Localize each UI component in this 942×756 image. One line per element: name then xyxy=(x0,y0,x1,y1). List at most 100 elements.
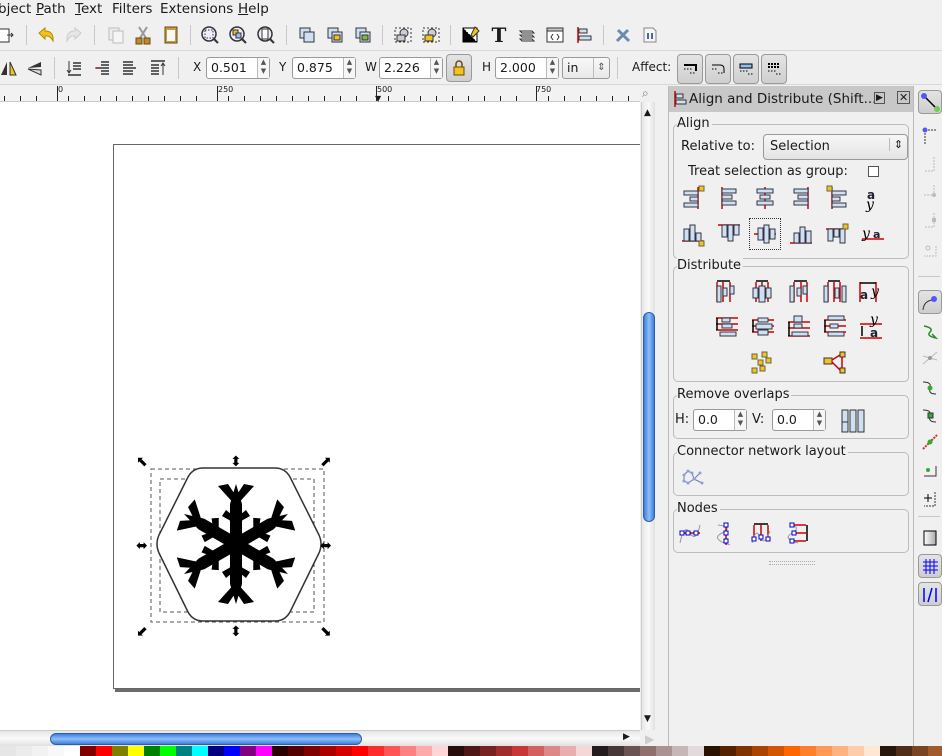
unclump-button[interactable] xyxy=(820,348,850,378)
affect-patterns-button[interactable] xyxy=(761,54,787,84)
align-bottom-edges-button[interactable] xyxy=(786,219,816,249)
unit-select[interactable]: in ⇕ xyxy=(562,57,610,79)
align-top-edges-button[interactable] xyxy=(714,219,744,249)
menu-text[interactable]: Text xyxy=(75,1,102,17)
align-baseline-text-button[interactable]: ay xyxy=(858,183,888,213)
palette-swatch[interactable] xyxy=(688,746,704,756)
x-spin-arrows[interactable]: ▲ ▼ xyxy=(257,58,269,78)
h-spin-arrows[interactable]: ▲ ▼ xyxy=(546,58,558,78)
palette-swatch[interactable] xyxy=(160,746,176,756)
palette-swatch[interactable] xyxy=(48,746,64,756)
affect-rounded-corners-button[interactable] xyxy=(705,54,731,84)
palette-swatch[interactable] xyxy=(832,746,848,756)
iconify-button[interactable]: ▶ xyxy=(874,92,885,104)
palette-swatch[interactable] xyxy=(304,746,320,756)
palette-swatch[interactable] xyxy=(448,746,464,756)
palette-swatch[interactable] xyxy=(0,746,16,756)
lower-icon-2[interactable] xyxy=(90,56,114,80)
snap-guides-button[interactable] xyxy=(918,582,942,606)
scale-handle-s-icon[interactable]: ⬍ xyxy=(230,624,242,640)
w-spin-arrows[interactable]: ▲ ▼ xyxy=(430,58,442,78)
selected-object[interactable]: ⬉ ⬍ ⬈ ⬌ ⬌ ⬋ ⬍ ⬊ xyxy=(130,450,340,640)
remove-overlaps-button[interactable] xyxy=(840,408,866,434)
layers-icon[interactable] xyxy=(515,23,539,47)
scroll-down-icon[interactable]: ▼ xyxy=(644,714,651,724)
distribute-baselines-h-button[interactable]: ay xyxy=(856,276,886,306)
lower-icon[interactable] xyxy=(419,23,443,47)
distribute-bottom-edges-button[interactable] xyxy=(784,312,814,342)
snap-midpoints-button[interactable] xyxy=(918,430,942,454)
palette-swatch[interactable] xyxy=(544,746,560,756)
center-horizontal-axis-button[interactable] xyxy=(749,218,781,250)
scale-handle-ne-icon[interactable]: ⬈ xyxy=(320,454,332,470)
palette-swatch[interactable] xyxy=(96,746,112,756)
zoom-corner-icon[interactable]: ⌕ xyxy=(642,86,649,101)
arrange-connector-network-button[interactable] xyxy=(680,467,706,487)
align-nodes-horizontal-button[interactable] xyxy=(676,519,706,549)
distribute-nodes-vertical-button[interactable] xyxy=(784,519,814,549)
align-bottom-to-anchor-top-button[interactable] xyxy=(822,219,852,249)
palette-swatch[interactable] xyxy=(432,746,448,756)
duplicate-icon[interactable] xyxy=(104,23,128,47)
palette-swatch[interactable] xyxy=(176,746,192,756)
align-top-to-anchor-bottom-button[interactable] xyxy=(678,219,708,249)
palette-swatch[interactable] xyxy=(208,746,224,756)
align-baseline-horizontal-button[interactable]: ya xyxy=(858,219,888,249)
scale-handle-sw-icon[interactable]: ⬋ xyxy=(136,624,148,640)
align-right-to-anchor-left-button[interactable] xyxy=(678,183,708,213)
palette-swatch[interactable] xyxy=(384,746,400,756)
palette-swatch[interactable] xyxy=(368,746,384,756)
overlap-h-spin[interactable]: ▲ ▼ xyxy=(734,410,746,430)
palette-swatch[interactable] xyxy=(768,746,784,756)
distribute-top-edges-button[interactable] xyxy=(712,312,742,342)
scroll-up-icon[interactable]: ▲ xyxy=(644,108,651,118)
palette-swatch[interactable] xyxy=(224,746,240,756)
palette-swatch[interactable] xyxy=(656,746,672,756)
canvas[interactable]: ⬉ ⬍ ⬈ ⬌ ⬌ ⬋ ⬍ ⬊ xyxy=(0,102,640,730)
menu-help[interactable]: Help xyxy=(238,1,269,17)
ungroup-icon[interactable] xyxy=(351,23,375,47)
palette-swatch[interactable] xyxy=(128,746,144,756)
palette-swatch[interactable] xyxy=(736,746,752,756)
palette-swatch[interactable] xyxy=(864,746,880,756)
palette-swatch[interactable] xyxy=(928,746,942,756)
align-right-edges-button[interactable] xyxy=(786,183,816,213)
preferences-icon[interactable] xyxy=(611,23,635,47)
palette-swatch[interactable] xyxy=(464,746,480,756)
distribute-gaps-h-button[interactable] xyxy=(820,276,850,306)
palette-swatch[interactable] xyxy=(624,746,640,756)
horizontal-ruler[interactable]: 0 250 500 750 ▼ ⌕ xyxy=(0,85,649,103)
distribute-gaps-v-button[interactable] xyxy=(820,312,850,342)
redo-icon[interactable] xyxy=(62,23,86,47)
palette-swatch[interactable] xyxy=(256,746,272,756)
palette-swatch[interactable] xyxy=(320,746,336,756)
palette-swatch[interactable] xyxy=(880,746,896,756)
menu-extensions[interactable]: Extensions xyxy=(160,1,233,17)
palette-swatch[interactable] xyxy=(112,746,128,756)
palette-swatch[interactable] xyxy=(480,746,496,756)
zoom-drawing-icon[interactable] xyxy=(226,23,250,47)
scale-handle-w-icon[interactable]: ⬌ xyxy=(136,538,148,554)
palette-swatch[interactable] xyxy=(576,746,592,756)
menu-object[interactable]: bject xyxy=(0,1,31,17)
randomize-positions-button[interactable] xyxy=(748,348,778,378)
scale-handle-se-icon[interactable]: ⬊ xyxy=(320,624,332,640)
snap-toggle-button[interactable] xyxy=(918,90,942,114)
overlap-v-spin[interactable]: ▲ ▼ xyxy=(813,410,825,430)
snap-paths-button[interactable] xyxy=(918,318,942,342)
distribute-baselines-v-button[interactable]: ya xyxy=(856,312,886,342)
center-vertical-axis-button[interactable] xyxy=(750,183,780,213)
palette-swatch[interactable] xyxy=(32,746,48,756)
palette-swatch[interactable] xyxy=(752,746,768,756)
snap-page-border-button[interactable] xyxy=(918,526,942,550)
snap-bbox-button[interactable] xyxy=(918,124,942,148)
palette-swatch[interactable] xyxy=(800,746,816,756)
palette-swatch[interactable] xyxy=(640,746,656,756)
palette-swatch[interactable] xyxy=(592,746,608,756)
palette-swatch[interactable] xyxy=(288,746,304,756)
palette-swatch[interactable] xyxy=(336,746,352,756)
palette-swatch[interactable] xyxy=(672,746,688,756)
snap-bbox-centers-button[interactable] xyxy=(918,236,942,260)
flip-vertical-icon[interactable] xyxy=(22,56,46,80)
vertical-scrollbar[interactable]: ▲ ▼ xyxy=(641,102,655,730)
